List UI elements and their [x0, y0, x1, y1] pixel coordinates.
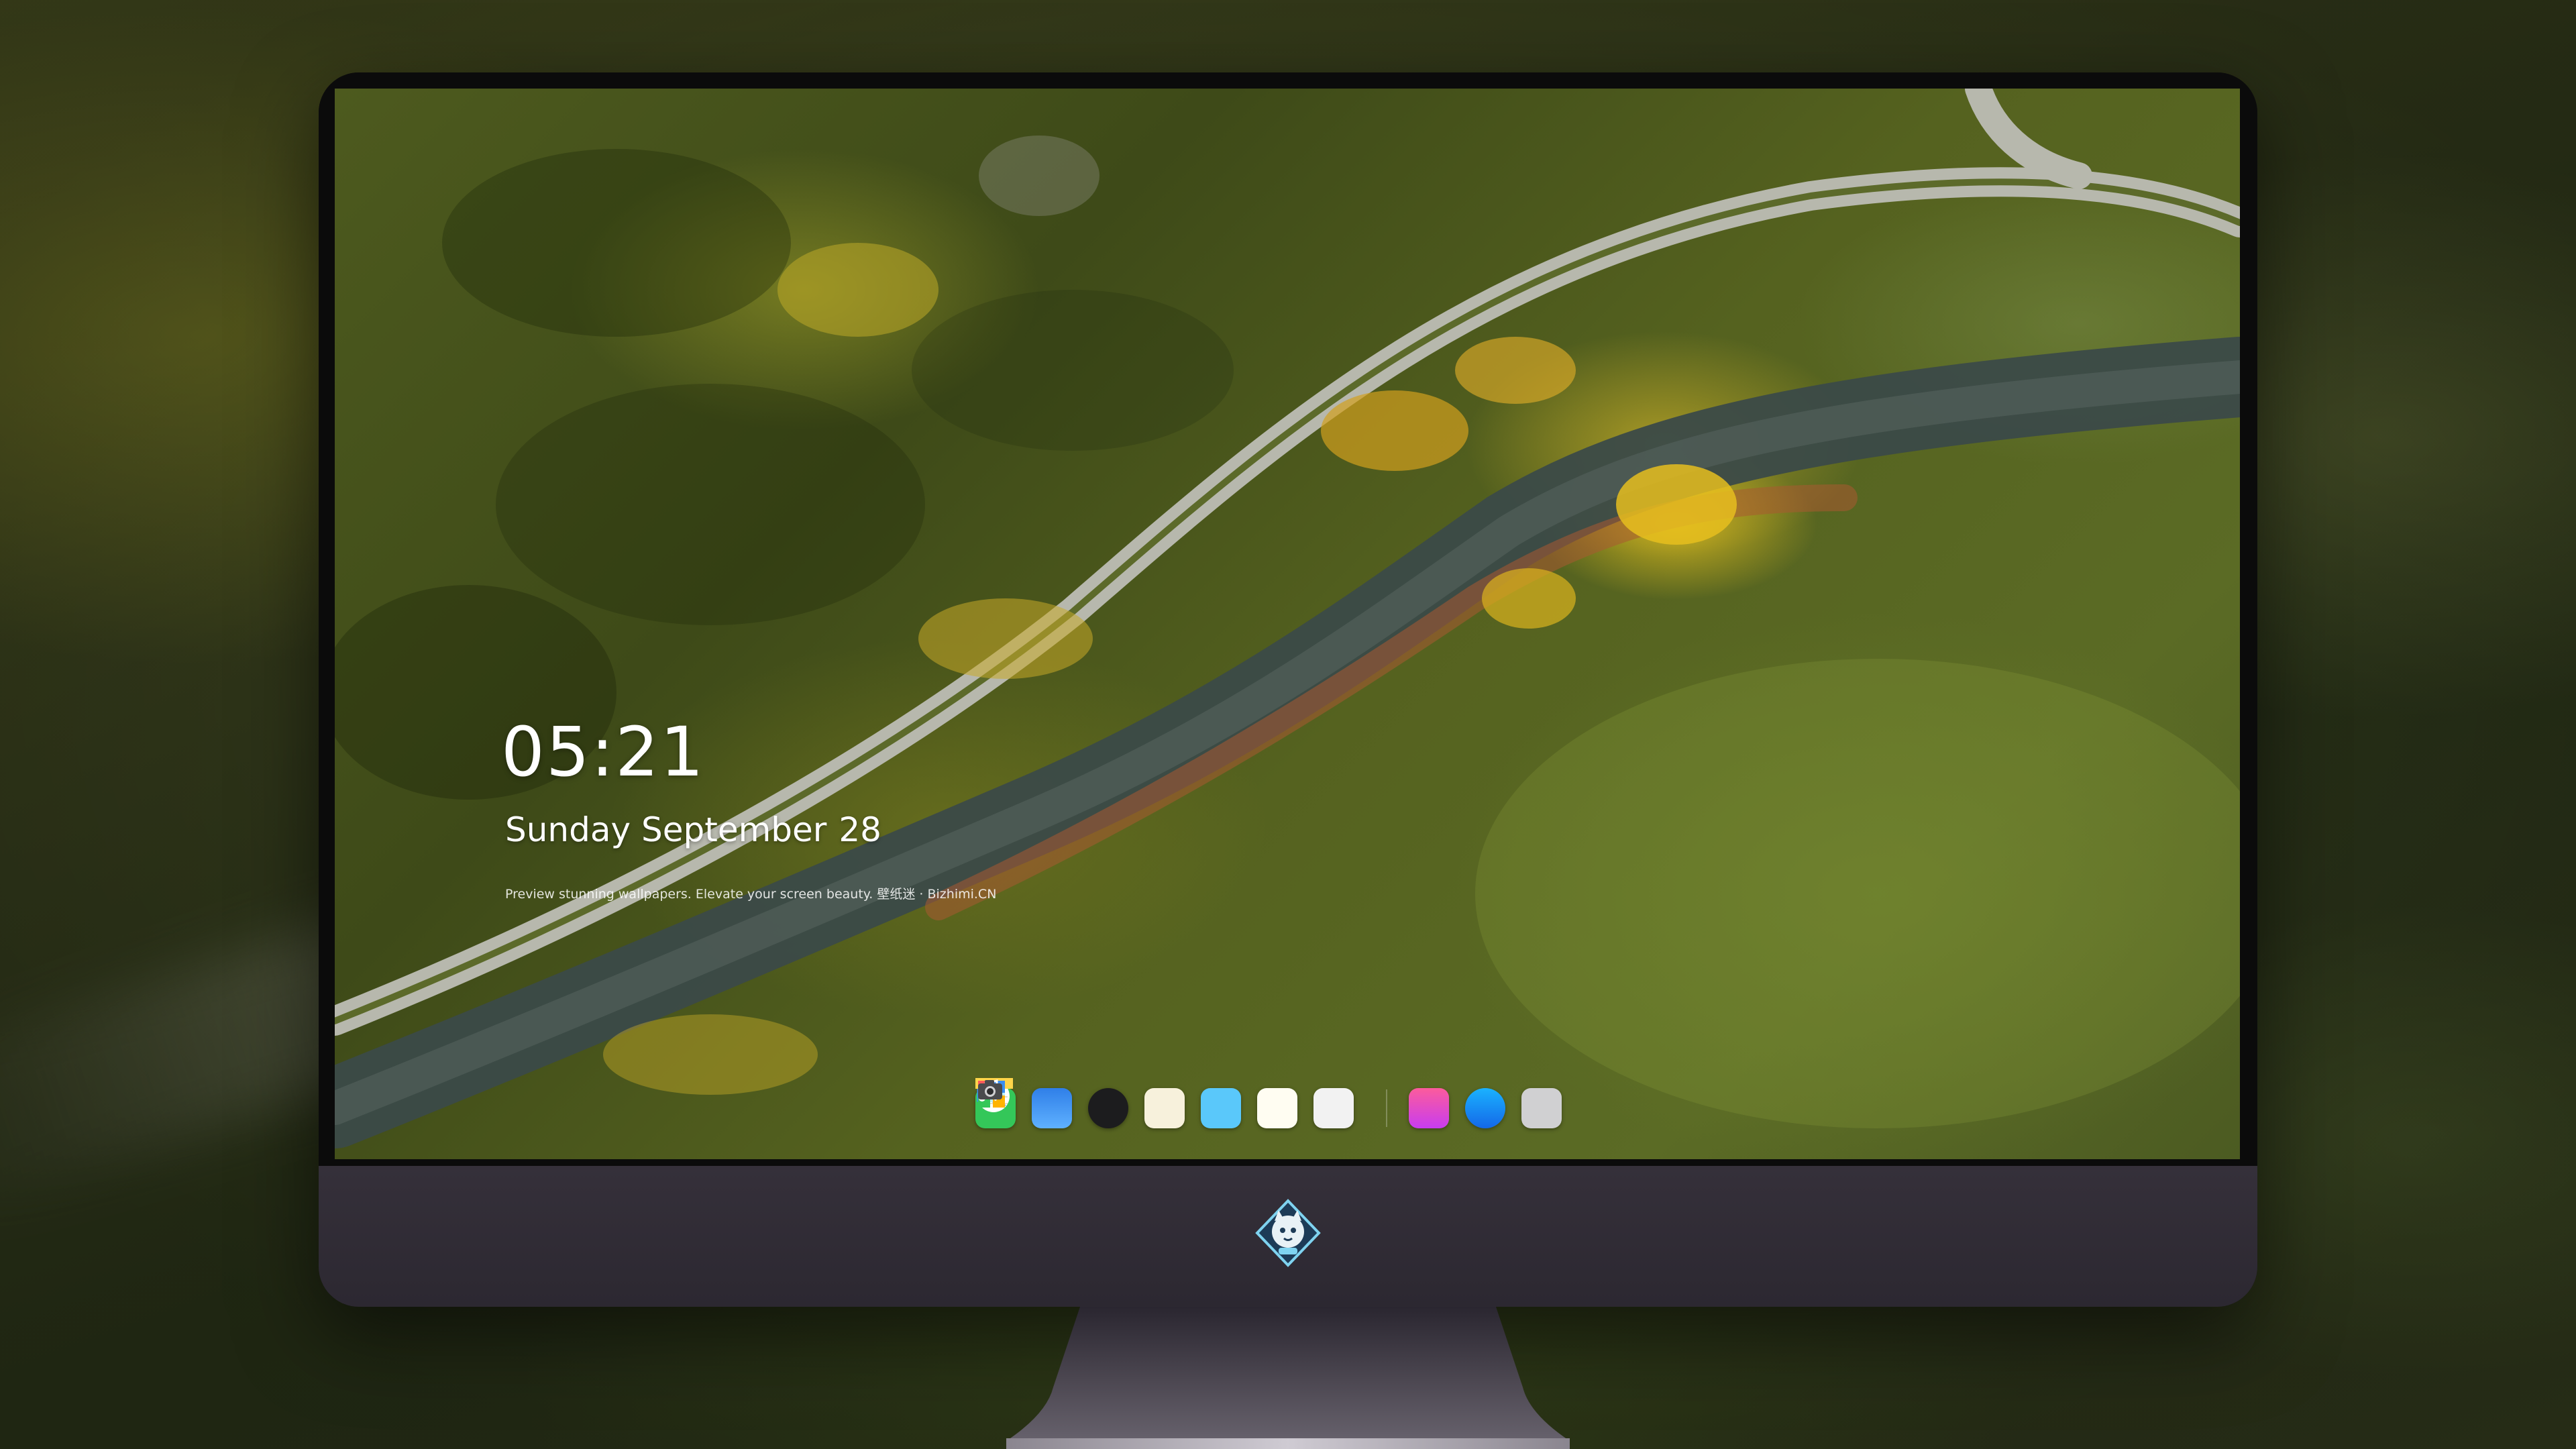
music-icon[interactable]: [979, 1079, 1449, 1128]
monitor-chin: [319, 1166, 2257, 1307]
notes-icon[interactable]: [975, 1078, 1297, 1128]
date-text: Sunday September: [505, 810, 827, 849]
camera-icon[interactable]: [978, 1080, 1562, 1128]
wallpaper-caption: Preview stunning wallpapers. Elevate you…: [505, 887, 997, 902]
lock-screen-time: 05:21: [501, 712, 705, 792]
date-day: 28: [839, 810, 881, 849]
photo-booth-icon[interactable]: [978, 1081, 1354, 1128]
clips-icon[interactable]: [978, 1081, 1241, 1128]
app-store-icon[interactable]: [979, 1081, 1505, 1128]
screen: 05:21 Sunday September 28 Preview stunnin…: [335, 89, 2240, 1159]
lock-screen-date: Sunday September 28: [505, 810, 881, 849]
weather-icon[interactable]: [981, 1082, 1072, 1128]
aerial-wallpaper: [335, 89, 2240, 1148]
preview-icon[interactable]: [977, 1081, 1185, 1128]
monitor-stand: [1006, 1307, 1570, 1449]
monitor: 05:21 Sunday September 28 Preview stunnin…: [319, 72, 2257, 1307]
brand-logo-icon: [1255, 1199, 1321, 1267]
dock: [975, 1078, 1578, 1138]
dock-separator: [1386, 1089, 1387, 1127]
clock-icon[interactable]: [977, 1080, 1128, 1128]
